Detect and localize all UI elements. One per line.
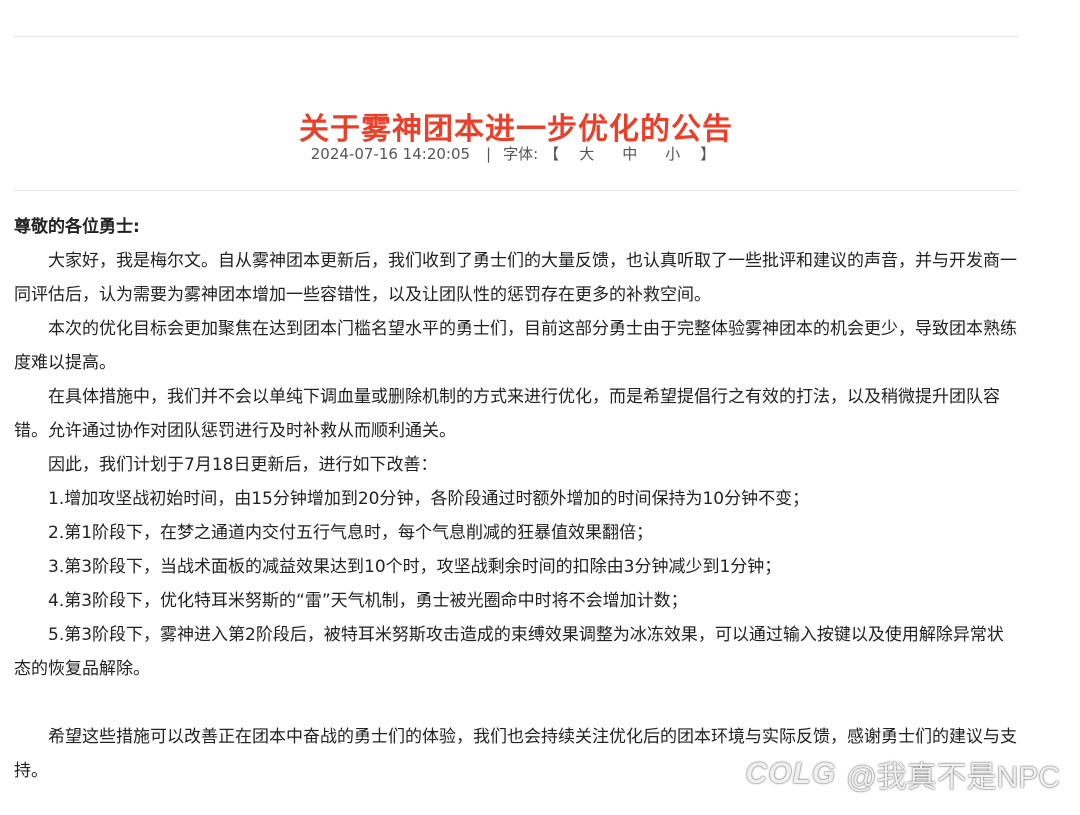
- watermark-handle: @我真不是NPC: [846, 761, 1060, 794]
- font-size-label: 字体:: [503, 145, 539, 163]
- article-body: 尊敬的各位勇士: 大家好，我是梅尔文。自从雾神团本更新后，我们收到了勇士们的大量…: [14, 210, 1018, 788]
- header-divider: [14, 190, 1018, 191]
- paragraph-intro: 大家好，我是梅尔文。自从雾神团本更新后，我们收到了勇士们的大量反馈，也认真听取了…: [14, 251, 1017, 305]
- article-meta: 2024-07-16 14:20:05 | 字体: 【 大 中 小 】: [14, 142, 1018, 166]
- change-item-1: 1.增加攻坚战初始时间，由15分钟增加到20分钟，各阶段通过时额外增加的时间保持…: [48, 489, 810, 509]
- bracket-close: 】: [700, 145, 716, 163]
- font-size-large-button[interactable]: 大: [579, 142, 594, 166]
- meta-separator: |: [486, 145, 492, 163]
- paragraph-plan: 因此，我们计划于7月18日更新后，进行如下改善：: [48, 455, 438, 475]
- watermark: COLG @我真不是NPC: [746, 752, 1060, 796]
- change-item-2: 2.第1阶段下，在梦之通道内交付五行气息时，每个气息削减的狂暴值效果翻倍；: [48, 523, 654, 543]
- bracket-open: 【: [544, 145, 560, 163]
- salutation: 尊敬的各位勇士:: [14, 217, 140, 237]
- change-item-3: 3.第3阶段下，当战术面板的减益效果达到10个时，攻坚战剩余时间的扣除由3分钟减…: [48, 557, 782, 577]
- font-size-medium-button[interactable]: 中: [622, 142, 637, 166]
- change-item-4: 4.第3阶段下，优化特耳米努斯的“雷”天气机制，勇士被光圈命中时将不会增加计数；: [48, 591, 688, 611]
- paragraph-goal: 本次的优化目标会更加聚焦在达到团本门槛名望水平的勇士们，目前这部分勇士由于完整体…: [14, 319, 1017, 373]
- change-item-5: 5.第3阶段下，雾神进入第2阶段后，被特耳米努斯攻击造成的束缚效果调整为冰冻效果…: [14, 625, 1004, 679]
- top-divider: [14, 36, 1018, 37]
- paragraph-measures: 在具体措施中，我们并不会以单纯下调血量或删除机制的方式来进行优化，而是希望提倡行…: [14, 387, 1000, 441]
- publish-datetime: 2024-07-16 14:20:05: [310, 145, 471, 163]
- colg-logo: COLG: [745, 757, 837, 790]
- font-size-small-button[interactable]: 小: [665, 142, 680, 166]
